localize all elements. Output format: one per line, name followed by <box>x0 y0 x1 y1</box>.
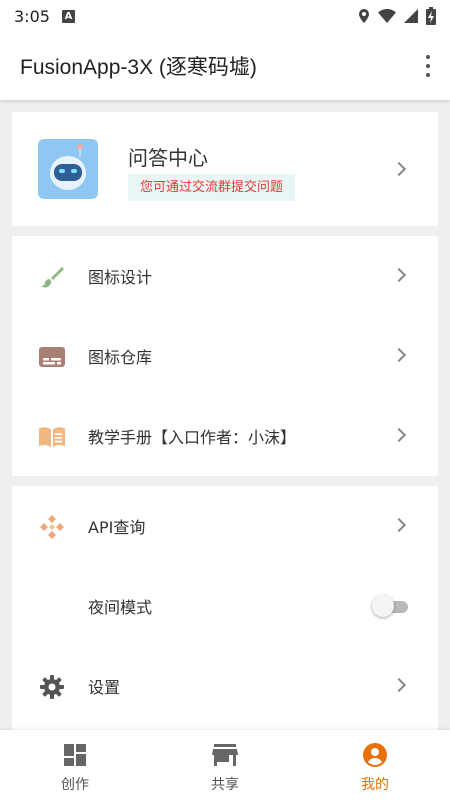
chevron-right-icon <box>391 677 407 693</box>
app-title: FusionApp-3X (逐寒码墟) <box>20 56 257 79</box>
location-icon <box>359 9 369 23</box>
signal-icon <box>404 9 418 23</box>
menu-group-settings: API查询 夜间模式 设置 <box>12 486 438 730</box>
open-book-icon <box>38 423 66 451</box>
menu-item-label: 图标设计 <box>88 268 153 287</box>
menu-item-settings[interactable]: 设置 <box>12 646 438 726</box>
qa-center-card[interactable]: 问答中心 您可通过交流群提交问题 <box>12 112 438 226</box>
status-bar: 3:05 A <box>0 0 450 32</box>
account-circle-icon <box>362 742 388 768</box>
robot-avatar-icon <box>38 139 98 199</box>
qa-subtitle-badge: 您可通过交流群提交问题 <box>128 174 296 201</box>
more-options-icon[interactable] <box>420 52 436 80</box>
wifi-icon <box>378 9 396 23</box>
chevron-right-icon <box>391 161 407 177</box>
subtitles-icon <box>38 343 66 371</box>
chevron-right-icon <box>391 347 407 363</box>
api-diamond-icon <box>38 513 66 541</box>
gear-icon <box>38 673 66 701</box>
menu-item-api-query[interactable]: API查询 <box>12 486 438 566</box>
menu-item-label: API查询 <box>88 518 146 537</box>
chevron-right-icon <box>391 427 407 443</box>
menu-item-label: 设置 <box>88 678 121 697</box>
bottom-navigation: 创作 共享 我的 <box>0 730 450 800</box>
nav-tab-label: 共享 <box>211 777 239 793</box>
nav-tab-create[interactable]: 创作 <box>0 730 150 800</box>
menu-item-night-mode[interactable]: 夜间模式 <box>12 566 438 646</box>
menu-item-label: 夜间模式 <box>88 598 153 617</box>
battery-icon <box>426 7 436 25</box>
moon-icon <box>38 593 66 621</box>
store-icon <box>212 742 238 768</box>
menu-item-icon-design[interactable]: 图标设计 <box>12 236 438 316</box>
status-time: 3:05 <box>14 6 50 26</box>
nav-tab-share[interactable]: 共享 <box>150 730 300 800</box>
nav-tab-mine[interactable]: 我的 <box>300 730 450 800</box>
menu-group-tools: 图标设计 图标仓库 教学手册【入口作者：小沫】 <box>12 236 438 476</box>
chevron-right-icon <box>391 517 407 533</box>
menu-item-label: 教学手册【入口作者：小沫】 <box>88 428 297 447</box>
app-bar: FusionApp-3X (逐寒码墟) <box>0 32 450 100</box>
night-mode-toggle[interactable] <box>372 595 408 617</box>
menu-item-label: 图标仓库 <box>88 348 153 367</box>
menu-item-icon-repository[interactable]: 图标仓库 <box>12 316 438 396</box>
paintbrush-icon <box>38 263 66 291</box>
nav-tab-label: 创作 <box>61 777 89 793</box>
nav-tab-label: 我的 <box>361 777 389 793</box>
qa-title: 问答中心 <box>128 146 208 170</box>
chevron-right-icon <box>391 267 407 283</box>
notification-a-icon: A <box>61 9 75 23</box>
menu-item-tutorial[interactable]: 教学手册【入口作者：小沫】 <box>12 396 438 476</box>
status-icons <box>358 7 436 25</box>
dashboard-icon <box>62 742 88 768</box>
